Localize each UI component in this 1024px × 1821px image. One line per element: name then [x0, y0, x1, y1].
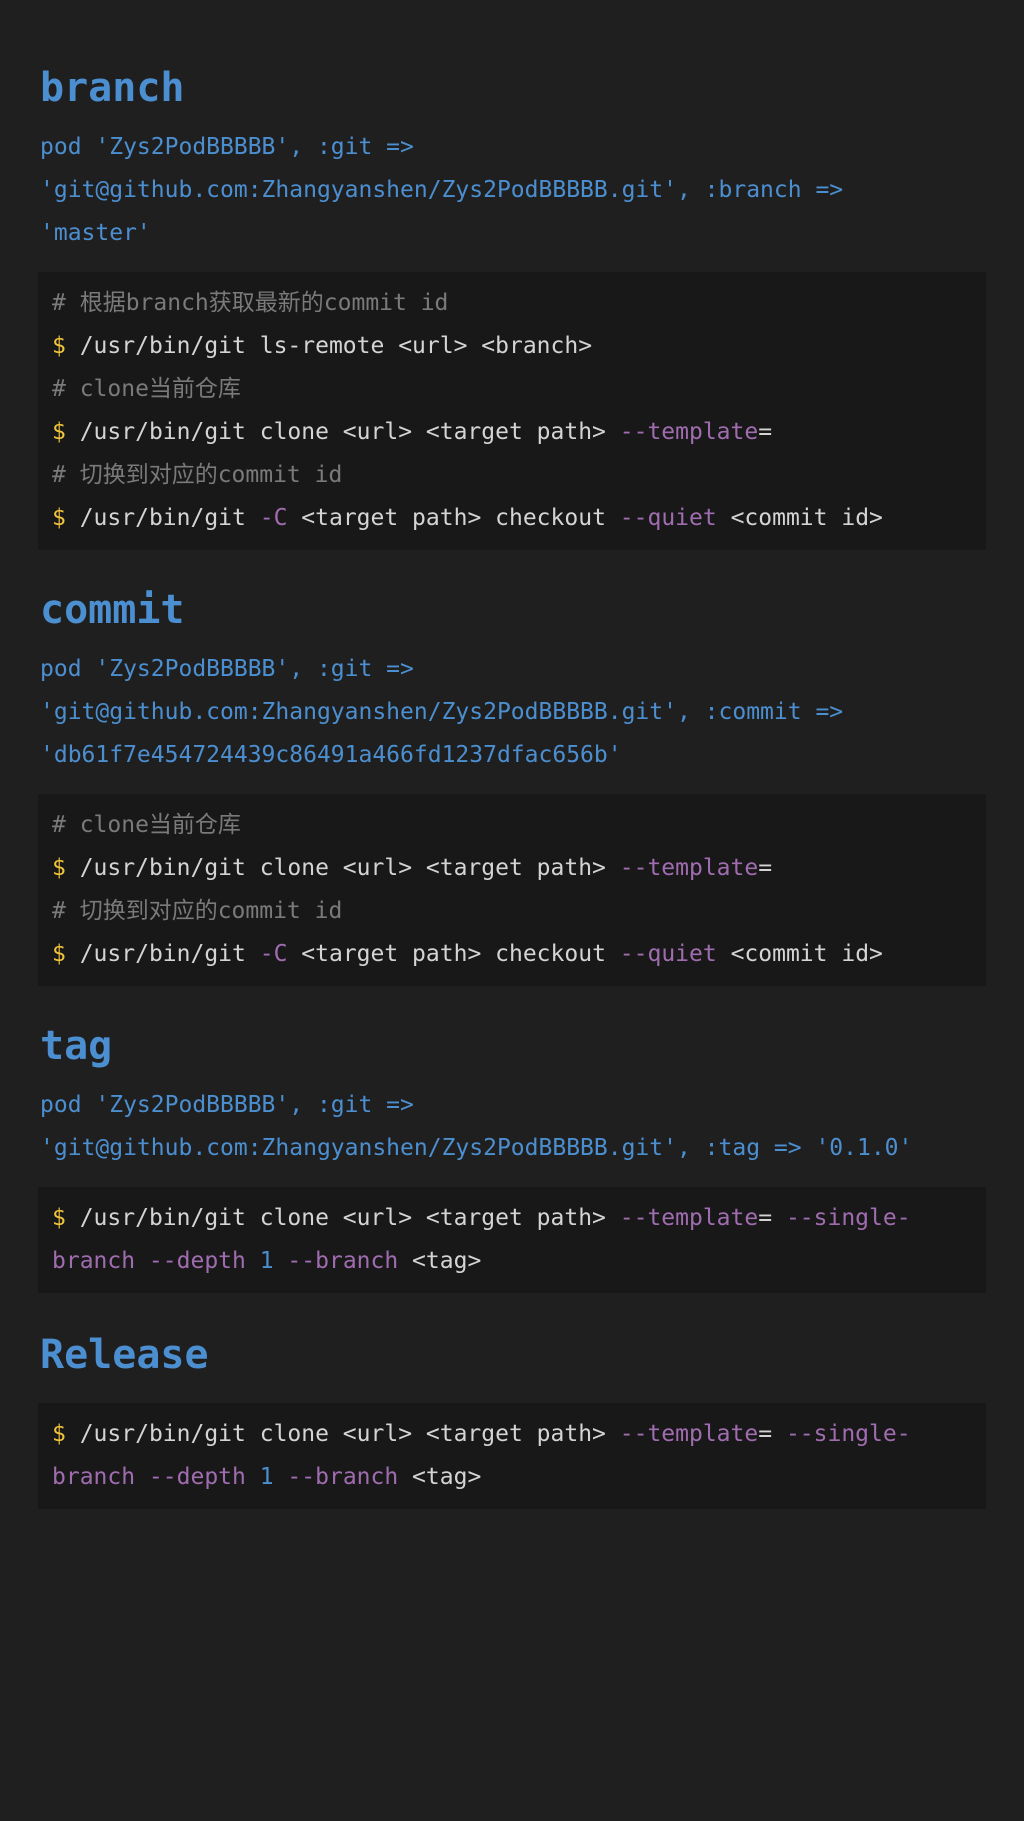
code-token-plain: /usr/bin/git ls-remote <url> <branch> [65, 333, 593, 359]
code-token-num: 1 [259, 1248, 274, 1274]
code-block-release: $ /usr/bin/git clone <url> <target path>… [38, 1403, 986, 1509]
code-token-flag: --template [619, 1421, 759, 1447]
code-token-plain: <commit id> [716, 941, 883, 967]
code-token-flag: --template [619, 855, 759, 881]
code-token-prompt: $ [52, 419, 66, 445]
code-token-plain: /usr/bin/git [65, 941, 260, 967]
code-token-comment: # 切换到对应的commit id [52, 462, 343, 488]
code-token-flag: branch --depth [52, 1464, 260, 1490]
section-heading-tag: tag [40, 1023, 113, 1069]
pod-line: pod 'Zys2PodBBBBB', :git => [40, 656, 414, 682]
code-token-comment: # clone当前仓库 [52, 376, 241, 402]
code-token-comment: # 切换到对应的commit id [52, 898, 343, 924]
pod-line: pod 'Zys2PodBBBBB', :git => [40, 134, 414, 160]
code-line: # 根据branch获取最新的commit id [52, 282, 972, 325]
code-token-flag: --single- [785, 1205, 911, 1231]
code-token-flag: --branch [273, 1248, 399, 1274]
code-block-branch: # 根据branch获取最新的commit id $ /usr/bin/git l… [38, 272, 986, 550]
code-token-plain: = [758, 855, 773, 881]
code-token-plain: <tag> [398, 1464, 482, 1490]
code-token-flag: --template [619, 1205, 759, 1231]
code-line: branch --depth 1 --branch <tag> [52, 1240, 972, 1283]
code-token-plain: /usr/bin/git clone <url> <target path> [65, 1421, 620, 1447]
code-token-flag: -C [259, 941, 288, 967]
pod-line: 'git@github.com:Zhangyanshen/Zys2PodBBBB… [40, 699, 844, 725]
code-line: $ /usr/bin/git ls-remote <url> <branch> [52, 325, 972, 368]
pod-line: 'git@github.com:Zhangyanshen/Zys2PodBBBB… [40, 1135, 913, 1161]
code-line: $ /usr/bin/git clone <url> <target path>… [52, 847, 972, 890]
code-token-plain: = [758, 419, 773, 445]
code-token-flag: --quiet [619, 505, 717, 531]
code-token-num: 1 [259, 1464, 274, 1490]
code-line: # 切换到对应的commit id [52, 890, 972, 933]
code-token-plain: <commit id> [716, 505, 883, 531]
code-token-flag: --quiet [619, 941, 717, 967]
code-line: $ /usr/bin/git clone <url> <target path>… [52, 1413, 972, 1456]
pod-line: 'db61f7e454724439c86491a466fd1237dfac656… [40, 742, 622, 768]
section-heading-release: Release [40, 1332, 209, 1378]
pod-line: 'master' [40, 220, 151, 246]
code-block-commit: # clone当前仓库 $ /usr/bin/git clone <url> <t… [38, 794, 986, 986]
pod-line: pod 'Zys2PodBBBBB', :git => [40, 1092, 414, 1118]
code-line: $ /usr/bin/git -C <target path> checkout… [52, 933, 972, 976]
pod-declaration-commit: pod 'Zys2PodBBBBB', :git => 'git@github.… [40, 648, 984, 777]
pod-declaration-tag: pod 'Zys2PodBBBBB', :git => 'git@github.… [40, 1084, 984, 1170]
section-heading-commit: commit [40, 587, 185, 633]
code-line: # 切换到对应的commit id [52, 454, 972, 497]
code-token-plain: /usr/bin/git [65, 505, 260, 531]
code-token-flag: --single- [785, 1421, 911, 1447]
code-token-prompt: $ [52, 333, 66, 359]
code-token-flag: branch --depth [52, 1248, 260, 1274]
code-token-plain: <target path> checkout [287, 941, 620, 967]
code-line: # clone当前仓库 [52, 368, 972, 411]
code-token-comment: # 根据branch获取最新的commit id [52, 290, 449, 316]
code-block-tag: $ /usr/bin/git clone <url> <target path>… [38, 1187, 986, 1293]
pod-line: 'git@github.com:Zhangyanshen/Zys2PodBBBB… [40, 177, 844, 203]
code-token-prompt: $ [52, 855, 66, 881]
code-token-plain: = [758, 1421, 786, 1447]
code-token-flag: --template [619, 419, 759, 445]
document-content: branch pod 'Zys2PodBBBBB', :git => 'git@… [0, 60, 1024, 1509]
code-token-flag: -C [259, 505, 288, 531]
code-line: $ /usr/bin/git clone <url> <target path>… [52, 411, 972, 454]
code-line: $ /usr/bin/git -C <target path> checkout… [52, 497, 972, 540]
code-line: branch --depth 1 --branch <tag> [52, 1456, 972, 1499]
pod-declaration-branch: pod 'Zys2PodBBBBB', :git => 'git@github.… [40, 126, 984, 255]
code-token-plain: = [758, 1205, 786, 1231]
code-token-plain: /usr/bin/git clone <url> <target path> [65, 855, 620, 881]
code-line: $ /usr/bin/git clone <url> <target path>… [52, 1197, 972, 1240]
code-token-prompt: $ [52, 1421, 66, 1447]
code-token-prompt: $ [52, 1205, 66, 1231]
code-token-plain: /usr/bin/git clone <url> <target path> [65, 1205, 620, 1231]
section-heading-branch: branch [40, 65, 185, 111]
code-token-plain: /usr/bin/git clone <url> <target path> [65, 419, 620, 445]
code-token-plain: <tag> [398, 1248, 482, 1274]
code-token-prompt: $ [52, 941, 66, 967]
code-line: # clone当前仓库 [52, 804, 972, 847]
code-token-prompt: $ [52, 505, 66, 531]
code-token-flag: --branch [273, 1464, 399, 1490]
code-token-comment: # clone当前仓库 [52, 812, 241, 838]
code-token-plain: <target path> checkout [287, 505, 620, 531]
